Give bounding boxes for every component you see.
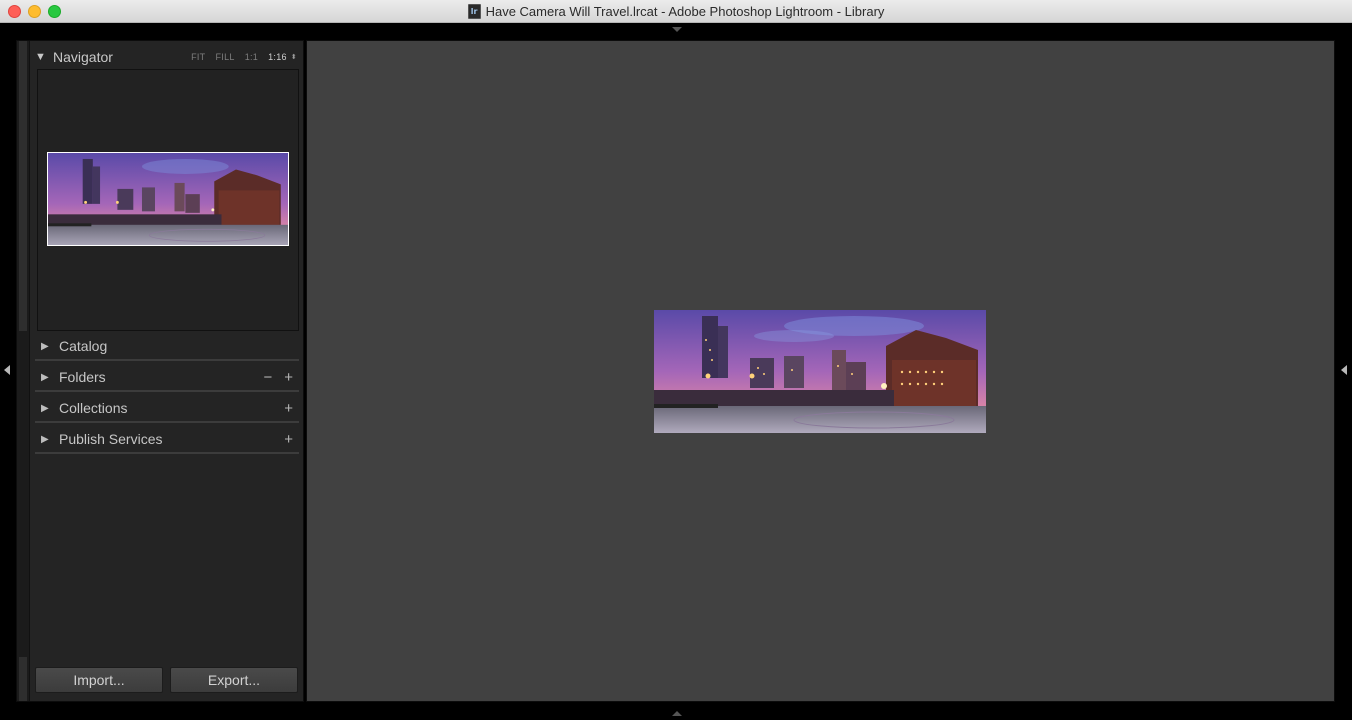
folders-section[interactable]: ▶ Folders − +	[35, 364, 299, 392]
publish-services-section-label: Publish Services	[59, 431, 163, 447]
top-panel-toggle-icon[interactable]	[670, 25, 684, 35]
left-panel-scrollbar[interactable]	[17, 41, 30, 701]
triangle-right-icon: ▶	[41, 402, 49, 414]
catalog-section-label: Catalog	[59, 338, 108, 354]
zoom-1-1-option[interactable]: 1:1	[245, 52, 258, 62]
triangle-right-icon: ▶	[41, 371, 49, 383]
plus-icon[interactable]: +	[284, 400, 293, 417]
zoom-fill-option[interactable]: FILL	[215, 52, 234, 62]
plus-icon[interactable]: +	[284, 369, 293, 386]
navigator-header[interactable]: ▼ Navigator FIT FILL 1:1 1:16 ⬍	[35, 45, 299, 69]
navigator-preview	[37, 69, 299, 331]
minus-icon[interactable]: −	[263, 369, 272, 386]
triangle-right-icon: ▶	[41, 433, 49, 445]
triangle-right-icon: ▶	[41, 340, 49, 352]
navigator-zoom-options: FIT FILL 1:1 1:16 ⬍	[191, 52, 299, 62]
main-photo[interactable]	[654, 310, 986, 433]
zoom-1-16-option[interactable]: 1:16	[268, 52, 287, 62]
window-title: Have Camera Will Travel.lrcat - Adobe Ph…	[485, 4, 885, 19]
collections-section-label: Collections	[59, 400, 128, 416]
left-panel-toggle-icon[interactable]	[3, 364, 11, 376]
export-button[interactable]: Export...	[170, 667, 298, 693]
triangle-down-icon: ▼	[35, 51, 46, 63]
library-loupe-view[interactable]	[306, 40, 1335, 702]
import-button[interactable]: Import...	[35, 667, 163, 693]
plus-icon[interactable]: +	[284, 431, 293, 448]
zoom-stepper-icon[interactable]: ⬍	[291, 53, 297, 61]
folders-section-label: Folders	[59, 369, 106, 385]
catalog-file-icon: lr	[467, 4, 481, 19]
zoom-fit-option[interactable]: FIT	[191, 52, 205, 62]
left-panel: ▼ Navigator FIT FILL 1:1 1:16 ⬍ ▶ Catalo…	[16, 40, 304, 702]
navigator-title: Navigator	[53, 49, 113, 65]
catalog-section[interactable]: ▶ Catalog	[35, 333, 299, 361]
collections-section[interactable]: ▶ Collections +	[35, 395, 299, 423]
navigator-thumbnail[interactable]	[47, 152, 289, 246]
window-titlebar: lr Have Camera Will Travel.lrcat - Adobe…	[0, 0, 1352, 23]
publish-services-section[interactable]: ▶ Publish Services +	[35, 426, 299, 454]
bottom-panel-toggle-icon[interactable]	[670, 708, 684, 718]
right-panel-toggle-icon[interactable]	[1340, 364, 1348, 376]
